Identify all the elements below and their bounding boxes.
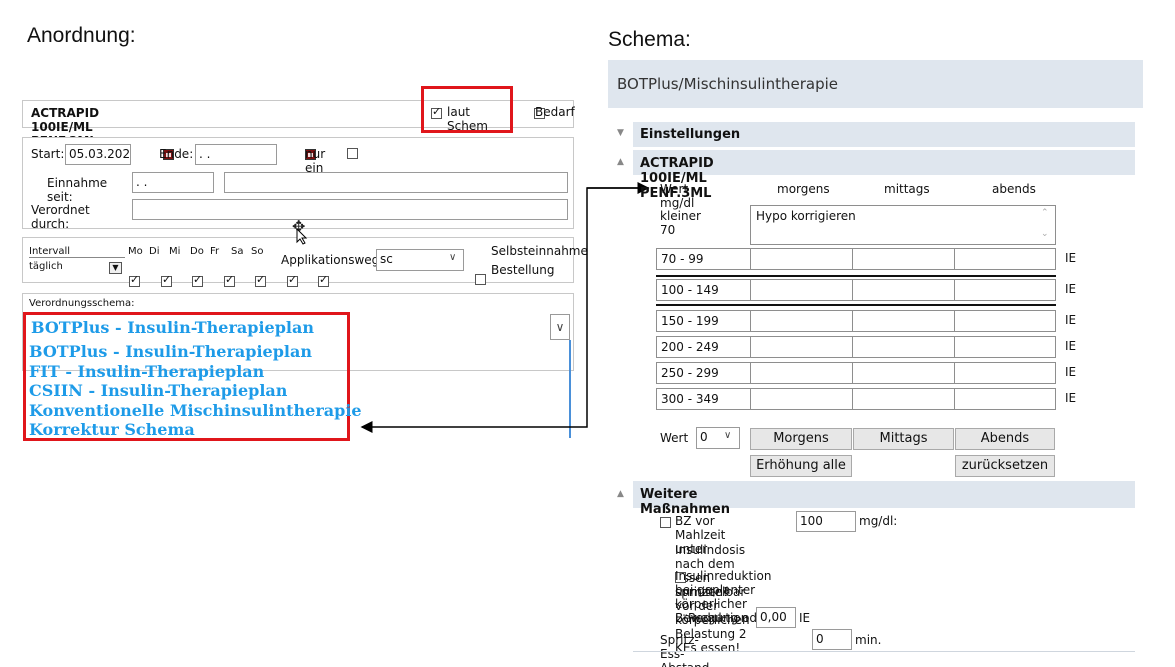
unit-label: IE [1065,365,1077,379]
expand-arrow-icon[interactable]: ▲ [617,489,624,499]
range-cell: 250 - 299 [656,362,751,384]
abends-input[interactable] [954,336,1056,358]
reduktion-unit: IE [799,611,811,625]
mittags-button[interactable]: Mittags [853,428,954,450]
sea-unit: min. [855,633,882,647]
row-separator [656,275,1056,277]
wert-chevron-icon[interactable]: ∨ [724,430,731,441]
unit-label: IE [1065,282,1077,296]
mittags-input[interactable] [852,310,955,332]
range-cell: 300 - 349 [656,388,751,410]
abends-button[interactable]: Abends [955,428,1055,450]
einstellungen-label: Einstellungen [640,127,741,142]
wert-value: 0 [700,430,708,444]
morgens-input[interactable] [750,310,853,332]
morgens-input[interactable] [750,248,853,270]
col-mittags: mittags [884,182,930,196]
mittags-input[interactable] [852,279,955,301]
reduktion-input[interactable]: 0,00 [756,607,796,628]
col-abends: abends [992,182,1036,196]
unit-label: IE [1065,251,1077,265]
morgens-button[interactable]: Morgens [750,428,852,450]
abends-input[interactable] [954,248,1056,270]
zuruecksetzen-button[interactable]: zurücksetzen [955,455,1055,477]
erhoehung-alle-button[interactable]: Erhöhung alle [750,455,852,477]
abends-input[interactable] [954,388,1056,410]
morgens-input[interactable] [750,279,853,301]
range-cell: 200 - 249 [656,336,751,358]
mittags-input[interactable] [852,362,955,384]
bz-unit: mg/dl: [859,514,898,528]
hypo-text: Hypo korrigieren [756,209,856,223]
morgens-input[interactable] [750,362,853,384]
range-cell: 70 - 99 [656,248,751,270]
morgens-input[interactable] [750,336,853,358]
mittags-input[interactable] [852,248,955,270]
mittags-input[interactable] [852,336,955,358]
bz-checkbox[interactable] [660,517,671,528]
abends-input[interactable] [954,279,1056,301]
bz-input[interactable]: 100 [796,511,856,532]
range-cell: 150 - 199 [656,310,751,332]
abends-input[interactable] [954,310,1056,332]
connector-arrow-to-dropdown [360,187,649,433]
col-wert: Wert mg/dl [660,182,695,210]
kleiner-70-label: kleiner 70 [660,209,701,237]
scroll-down-icon[interactable]: ⌄ [1041,229,1049,239]
sea-label: Spritz-Ess-Abstand (SEA) [660,633,709,667]
abends-input[interactable] [954,362,1056,384]
scroll-up-icon[interactable]: ⌃ [1041,208,1049,218]
collapse-arrow-icon[interactable]: ▼ [617,128,624,138]
wert-select[interactable]: 0 [696,427,740,449]
hypo-textarea[interactable]: Hypo korrigieren [750,205,1056,245]
wert-label: Wert [660,431,689,445]
unit-label: IE [1065,391,1077,405]
morgens-input[interactable] [750,388,853,410]
schema-title: BOTPlus/Mischinsulintherapie [617,75,838,93]
col-morgens: morgens [777,182,830,196]
range-cell: 100 - 149 [656,279,751,301]
weitere-label: Weitere Maßnahmen [640,487,730,517]
mittags-input[interactable] [852,388,955,410]
unit-label: IE [1065,339,1077,353]
bottom-divider [633,651,1135,652]
expand-arrow-icon[interactable]: ▲ [617,157,624,167]
row-separator [656,304,1056,306]
sea-input[interactable]: 0 [812,629,852,650]
schema-form: BOTPlus/Mischinsulintherapie ▼ Einstellu… [0,0,1143,667]
unit-label: IE [1065,313,1077,327]
reduktion-label: Reduktion [688,611,749,625]
